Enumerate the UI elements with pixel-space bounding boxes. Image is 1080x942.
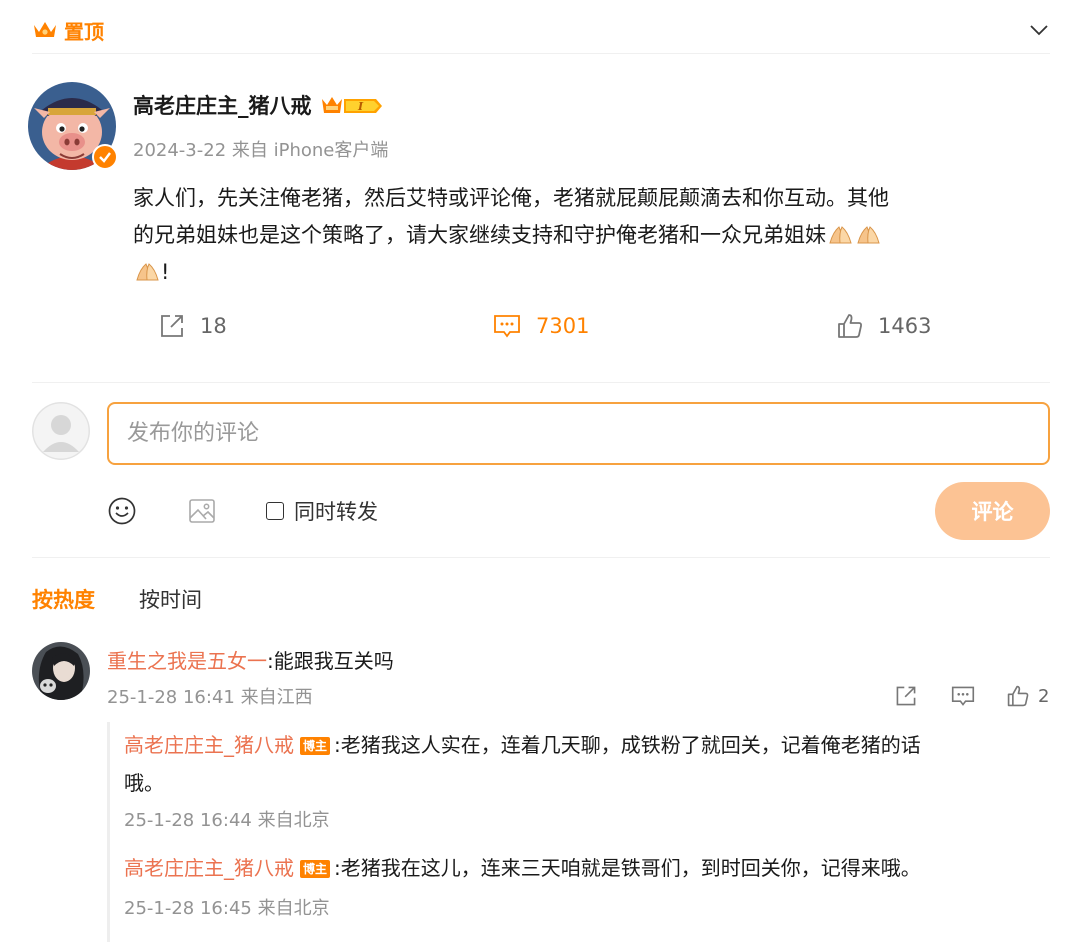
forward-also-label: 同时转发	[294, 500, 378, 524]
post-body-line: 家人们，先关注俺老猪，然后艾特或评论俺，老猪就屁颠屁颠滴去和你互动。其他	[133, 186, 889, 210]
post-body: 家人们，先关注俺老猪，然后艾特或评论俺，老猪就屁颠屁颠滴去和你互动。其他 的兄弟…	[133, 180, 1058, 291]
my-avatar	[32, 402, 90, 460]
pray-hands-icon	[136, 263, 159, 281]
reply-author[interactable]: 高老庄庄主_猪八戒	[124, 733, 294, 757]
reply-text: :老猪我在这儿，连来三天咱就是铁哥们，到时回关你，记得来哦。	[334, 856, 921, 880]
post-meta: 2024-3-22 来自 iPhone客户端	[133, 140, 389, 161]
reply-line: 高老庄庄主_猪八戒 博主:老猪我在这儿，连来三天咱就是铁哥们，到时回关你，记得来哦…	[124, 849, 1039, 887]
divider	[32, 53, 1050, 54]
divider	[32, 382, 1050, 383]
forward-also-checkbox[interactable]: 同时转发	[266, 496, 378, 526]
vip-level-badge-icon[interactable]: I	[320, 93, 384, 117]
comment-meta: 25-1-28 16:41 来自江西	[107, 687, 313, 708]
post-actions: 18 7301 1463	[0, 312, 1080, 352]
pray-hands-icon	[829, 226, 852, 244]
reply-line: 高老庄庄主_猪八戒 博主:老猪我这人实在，连着几天聊，成铁粉了就回关，记着俺老猪的…	[124, 726, 1039, 764]
reply-item: 高老庄庄主_猪八戒 博主:老猪我这人实在，连着几天聊，成铁粉了就回关，记着俺老猪的…	[124, 726, 1039, 802]
like-count: 1463	[878, 314, 932, 338]
pinned-label: 置顶	[64, 19, 104, 44]
crown-icon	[34, 22, 56, 37]
pinned-header: 置顶	[32, 10, 1050, 50]
post-body-text: !	[161, 260, 170, 284]
commenter-avatar[interactable]	[32, 642, 90, 700]
forward-icon	[161, 315, 183, 337]
comment-reply-button[interactable]	[950, 683, 976, 709]
forward-button[interactable]: 18	[158, 312, 227, 340]
reply-text: :老猪我这人实在，连着几天聊，成铁粉了就回关，记着俺老猪的话	[334, 733, 921, 757]
comment-like-button[interactable]	[1006, 683, 1032, 709]
emoji-button[interactable]	[106, 495, 138, 527]
default-avatar-icon	[32, 402, 90, 460]
svg-text:I: I	[357, 100, 364, 113]
post-author: 高老庄庄主_猪八戒 I	[133, 90, 384, 120]
comment-input[interactable]	[107, 402, 1050, 465]
author-name[interactable]: 高老庄庄主_猪八戒	[133, 90, 312, 120]
reply-author[interactable]: 高老庄庄主_猪八戒	[124, 856, 294, 880]
verified-badge-icon	[92, 144, 118, 170]
submit-comment-button[interactable]: 评论	[935, 482, 1050, 540]
like-button[interactable]: 1463	[836, 312, 931, 340]
comment-button[interactable]: 7301	[492, 312, 589, 340]
reply-item: 高老庄庄主_猪八戒 博主:老猪我在这儿，连来三天咱就是铁哥们，到时回关你，记得来哦…	[124, 849, 1039, 887]
forward-count: 18	[200, 314, 227, 338]
comment-icon	[951, 686, 975, 706]
reply-meta: 25-1-28 16:45 来自北京	[124, 898, 330, 919]
thumbs-up-icon	[838, 314, 862, 338]
comment-count: 7301	[536, 314, 590, 338]
host-badge: 博主	[300, 860, 331, 878]
divider	[32, 557, 1050, 558]
comment-icon	[494, 315, 520, 338]
comment-forward-button[interactable]	[894, 683, 920, 709]
thumbs-up-icon	[1007, 685, 1029, 707]
comment-text: :能跟我互关吗	[267, 649, 394, 673]
image-icon	[189, 499, 215, 523]
composer-tools: 同时转发	[106, 493, 378, 529]
forward-icon	[896, 686, 916, 706]
tab-sort-hot[interactable]: 按热度	[32, 584, 95, 614]
comment-actions: 2	[894, 683, 1049, 709]
reply-meta: 25-1-28 16:44 来自北京	[124, 810, 330, 831]
checkbox-box[interactable]	[266, 502, 284, 520]
smiley-icon	[108, 497, 136, 525]
comment-line: 重生之我是五女一:能跟我互关吗	[107, 645, 394, 674]
tab-sort-time[interactable]: 按时间	[139, 584, 202, 614]
reply-text-cont: 哦。	[124, 771, 164, 795]
author-avatar[interactable]	[28, 82, 118, 172]
host-badge: 博主	[300, 737, 331, 755]
post-body-text: 的兄弟姐妹也是这个策略了，请大家继续支持和守护俺老猪和一众兄弟姐妹	[133, 223, 826, 247]
user-photo-icon	[32, 642, 90, 700]
image-button[interactable]	[186, 495, 218, 527]
commenter-name[interactable]: 重生之我是五女一	[107, 649, 267, 673]
reply-thread: 高老庄庄主_猪八戒 博主:老猪我这人实在，连着几天聊，成铁粉了就回关，记着俺老猪的…	[107, 722, 1050, 942]
post-body-line: !	[133, 254, 1058, 291]
comment-like-count: 2	[1038, 685, 1050, 707]
chevron-down-icon[interactable]	[1028, 20, 1050, 40]
post-body-line: 的兄弟姐妹也是这个策略了，请大家继续支持和守护俺老猪和一众兄弟姐妹	[133, 217, 1058, 254]
pray-hands-icon	[857, 226, 880, 244]
sort-tabs: 按热度 按时间	[32, 584, 246, 614]
